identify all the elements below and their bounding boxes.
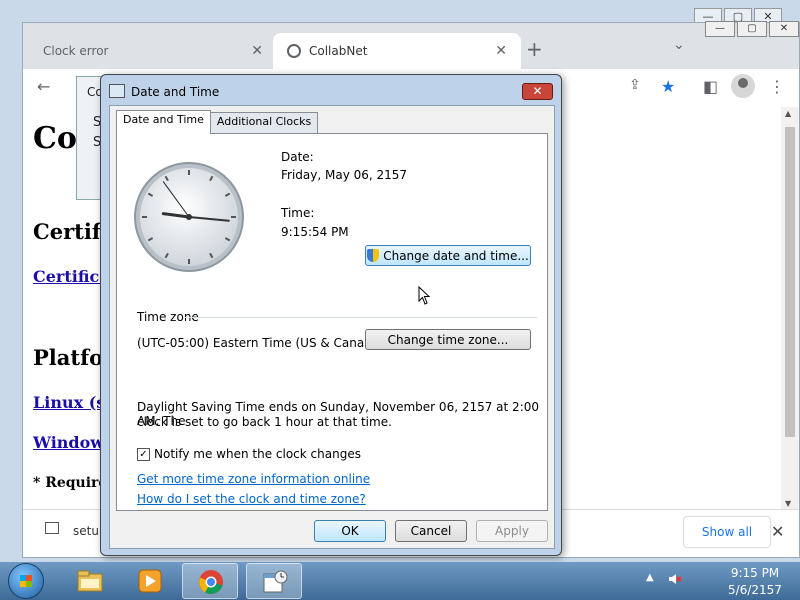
- dst-notice-line2: clock is set to go back 1 hour at that t…: [137, 415, 392, 429]
- date-time-pane: Date: Friday, May 06, 2157 Time: 9:15:54…: [116, 133, 548, 511]
- page-link[interactable]: Certifica: [33, 267, 110, 286]
- tab-collabnet[interactable]: CollabNet ✕: [273, 33, 521, 69]
- timezone-value: (UTC-05:00) Eastern Time (US & Canada): [137, 336, 384, 350]
- taskbar-date[interactable]: 5/6/2157: [715, 583, 795, 597]
- profile-avatar-icon[interactable]: [731, 74, 755, 98]
- volume-muted-icon[interactable]: [668, 572, 682, 586]
- chrome-icon: [199, 570, 223, 594]
- taskbar-app-explorer[interactable]: [62, 563, 118, 599]
- menu-icon[interactable]: ⋮: [769, 77, 785, 96]
- close-tab-icon[interactable]: ✕: [251, 43, 263, 59]
- page-heading: Certifi: [33, 219, 108, 244]
- side-panel-icon[interactable]: ◧: [703, 77, 718, 96]
- close-icon[interactable]: ✕: [522, 83, 553, 100]
- new-tab-icon[interactable]: +: [526, 37, 543, 61]
- cancel-button[interactable]: Cancel: [395, 520, 467, 542]
- apply-button[interactable]: Apply: [476, 520, 548, 542]
- share-icon[interactable]: ⇪: [629, 77, 641, 93]
- close-tab-icon[interactable]: ✕: [495, 43, 507, 59]
- uac-shield-icon: [367, 249, 380, 262]
- ok-button[interactable]: OK: [314, 520, 386, 542]
- page-link[interactable]: Window: [33, 433, 104, 452]
- globe-icon: [287, 44, 301, 58]
- tab-additional-clocks[interactable]: Additional Clocks: [209, 112, 319, 134]
- taskbar-time[interactable]: 9:15 PM: [715, 566, 795, 580]
- show-hidden-icons-icon[interactable]: ▲: [646, 572, 654, 583]
- dialog-body: Date and Time Additional Clocks Date: Fr…: [109, 105, 555, 549]
- taskbar: ▲ 9:15 PM 5/6/2157: [0, 562, 800, 600]
- back-icon[interactable]: ←: [37, 77, 50, 96]
- tab-clock-error[interactable]: Clock error ✕: [29, 33, 277, 69]
- taskbar-app-media-player[interactable]: [122, 563, 178, 599]
- date-time-icon: [263, 570, 288, 593]
- tab-label: Clock error: [43, 44, 109, 58]
- media-player-icon: [138, 569, 162, 593]
- show-all-button[interactable]: Show all: [683, 516, 771, 548]
- how-to-set-clock-link[interactable]: How do I set the clock and time zone?: [137, 492, 366, 506]
- scroll-down-icon[interactable]: ▼: [785, 499, 791, 508]
- scroll-up-icon[interactable]: ▲: [785, 109, 791, 118]
- tab-strip: Clock error ✕ CollabNet ✕ + ⌄ — ▢ ✕: [23, 21, 800, 69]
- close-download-bar-icon[interactable]: ✕: [771, 522, 784, 541]
- time-label: Time:: [281, 206, 315, 220]
- file-icon: [45, 522, 59, 534]
- bookmark-star-icon[interactable]: ★: [661, 77, 675, 96]
- section-divider: [185, 317, 537, 318]
- tab-label: CollabNet: [309, 44, 368, 58]
- dialog-title: Date and Time: [131, 85, 220, 99]
- notify-label: Notify me when the clock changes: [154, 447, 361, 461]
- analog-clock: [134, 162, 244, 272]
- notify-checkbox[interactable]: ✓: [137, 448, 150, 461]
- required-note: * Require: [33, 475, 108, 491]
- mouse-cursor-icon: [418, 286, 431, 305]
- start-button[interactable]: [8, 563, 44, 599]
- time-value: 9:15:54 PM: [281, 225, 349, 239]
- date-label: Date:: [281, 150, 314, 164]
- scroll-thumb[interactable]: [785, 127, 795, 437]
- taskbar-app-chrome[interactable]: [182, 563, 238, 599]
- browser-window-controls: — ▢ ✕: [705, 21, 800, 37]
- more-timezone-info-link[interactable]: Get more time zone information online: [137, 472, 370, 486]
- file-explorer-icon: [77, 570, 103, 592]
- taskbar-app-date-time[interactable]: [246, 563, 302, 599]
- page-link[interactable]: Linux (s: [33, 393, 105, 412]
- tab-date-and-time[interactable]: Date and Time: [116, 110, 211, 134]
- page-scrollbar[interactable]: ▲ ▼: [781, 107, 799, 511]
- minimize-icon[interactable]: —: [705, 21, 735, 37]
- button-label: Change date and time...: [383, 248, 529, 263]
- maximize-icon[interactable]: ▢: [737, 21, 767, 37]
- dialog-tabs: Date and Time Additional Clocks: [116, 110, 319, 134]
- date-time-icon: [109, 84, 125, 98]
- chevron-down-icon[interactable]: ⌄: [673, 37, 685, 53]
- change-date-time-button[interactable]: Change date and time...: [365, 245, 531, 266]
- date-time-dialog: Date and Time ✕ Date and Time Additional…: [100, 74, 562, 556]
- change-timezone-button[interactable]: Change time zone...: [365, 329, 531, 350]
- date-value: Friday, May 06, 2157: [281, 168, 408, 182]
- close-icon[interactable]: ✕: [769, 21, 799, 37]
